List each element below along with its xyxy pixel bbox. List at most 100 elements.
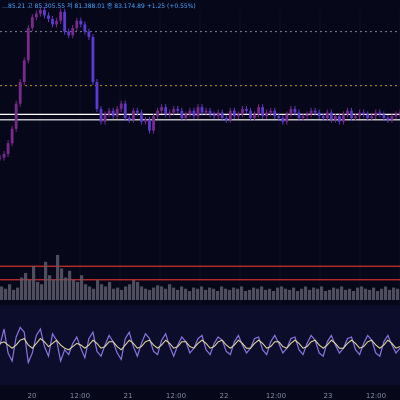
volume-bar bbox=[316, 288, 320, 300]
price-candle bbox=[313, 110, 317, 113]
price-candle bbox=[309, 110, 313, 115]
volume-bar bbox=[160, 286, 164, 300]
price-candle bbox=[200, 107, 204, 113]
volume-bar bbox=[348, 288, 352, 300]
price-candle bbox=[164, 107, 168, 115]
volume-bar bbox=[140, 286, 144, 300]
x-tick-label: 12:00 bbox=[70, 392, 90, 400]
price-candle bbox=[232, 110, 236, 117]
volume-bar bbox=[288, 289, 292, 300]
volume-bar bbox=[100, 284, 104, 300]
price-candle bbox=[321, 116, 325, 118]
volume-bar bbox=[4, 288, 8, 300]
volume-bar bbox=[220, 286, 224, 300]
price-candle bbox=[370, 116, 374, 118]
volume-bar bbox=[200, 286, 204, 300]
volume-bar bbox=[360, 286, 364, 300]
price-candle bbox=[220, 112, 224, 118]
volume-bar bbox=[192, 287, 196, 300]
price-candle bbox=[354, 116, 357, 118]
price-candle bbox=[281, 118, 285, 122]
price-candle bbox=[43, 10, 46, 16]
volume-bar bbox=[164, 288, 168, 300]
price-candle bbox=[103, 114, 107, 122]
price-candle bbox=[394, 114, 398, 117]
price-candle bbox=[390, 116, 394, 120]
price-candle bbox=[87, 31, 91, 37]
price-candle bbox=[39, 10, 42, 14]
volume-bar bbox=[92, 288, 96, 300]
volume-bar bbox=[72, 279, 76, 300]
price-candle bbox=[257, 107, 260, 115]
price-candle bbox=[152, 116, 155, 131]
volume-bar bbox=[112, 288, 116, 300]
price-candle bbox=[148, 119, 151, 131]
volume-bar bbox=[232, 287, 236, 300]
volume-bar bbox=[188, 291, 192, 300]
x-tick-label: 12:00 bbox=[166, 392, 186, 400]
x-tick-label: 23 bbox=[324, 392, 333, 400]
price-candle bbox=[261, 107, 265, 117]
volume-bar bbox=[120, 289, 124, 300]
price-candle bbox=[119, 103, 123, 109]
volume-bar bbox=[376, 291, 380, 300]
volume-bar bbox=[156, 285, 160, 300]
price-candle bbox=[228, 110, 232, 120]
price-candle bbox=[180, 110, 184, 118]
price-candle bbox=[172, 109, 176, 113]
price-candle bbox=[0, 157, 2, 159]
price-candle bbox=[26, 28, 30, 61]
price-candle bbox=[168, 112, 172, 115]
price-candle bbox=[91, 37, 95, 82]
price-candle bbox=[386, 118, 390, 120]
volume-bar bbox=[264, 289, 268, 300]
chart-area[interactable]: 20 12:00 21 12:00 22 12:00 23 12:00 …85.21 고 85… bbox=[0, 0, 400, 400]
price-candle bbox=[208, 110, 212, 115]
price-candle bbox=[95, 82, 99, 109]
volume-bar bbox=[248, 289, 252, 300]
price-candle bbox=[67, 31, 71, 36]
volume-bar bbox=[340, 286, 344, 300]
price-candle bbox=[196, 107, 200, 117]
volume-bar bbox=[96, 279, 100, 300]
volume-bar bbox=[144, 288, 148, 300]
price-candle bbox=[325, 112, 329, 118]
volume-bar bbox=[384, 286, 388, 300]
price-candle bbox=[131, 110, 135, 120]
volume-bar bbox=[380, 288, 384, 300]
volume-bar bbox=[344, 289, 348, 300]
price-candle bbox=[156, 110, 159, 117]
price-candle bbox=[55, 20, 58, 25]
volume-bar bbox=[184, 288, 188, 300]
volume-bar bbox=[392, 287, 396, 300]
ohlc-text: …85.21 고 85.305.55 저 81.388.01 종 83.174.… bbox=[2, 3, 196, 10]
price-candle bbox=[140, 112, 143, 122]
volume-bar bbox=[324, 291, 328, 300]
price-candle bbox=[337, 116, 341, 122]
volume-bar bbox=[388, 289, 392, 300]
volume-bar bbox=[68, 270, 72, 300]
price-candle bbox=[253, 114, 256, 118]
volume-bar bbox=[40, 284, 44, 300]
price-candle bbox=[297, 112, 301, 118]
price-candle bbox=[273, 110, 277, 117]
volume-bar bbox=[152, 287, 156, 300]
volume-bar bbox=[244, 291, 248, 300]
price-candle bbox=[382, 114, 386, 118]
volume-bar bbox=[60, 268, 64, 300]
volume-bar bbox=[320, 286, 324, 300]
volume-bar bbox=[332, 287, 336, 300]
volume-bar bbox=[252, 287, 256, 300]
price-candle bbox=[346, 110, 349, 115]
price-candle bbox=[374, 112, 378, 117]
price-candle bbox=[342, 114, 345, 122]
volume-bar bbox=[240, 286, 244, 300]
x-tick-label: 21 bbox=[124, 392, 133, 400]
price-candle bbox=[224, 118, 228, 120]
volume-bar bbox=[12, 289, 16, 300]
price-candle bbox=[289, 109, 293, 115]
chart-svg[interactable]: 20 12:00 21 12:00 22 12:00 23 12:00 bbox=[0, 0, 400, 400]
price-candle bbox=[99, 109, 103, 122]
price-candle bbox=[241, 109, 244, 115]
price-candle bbox=[333, 116, 337, 120]
